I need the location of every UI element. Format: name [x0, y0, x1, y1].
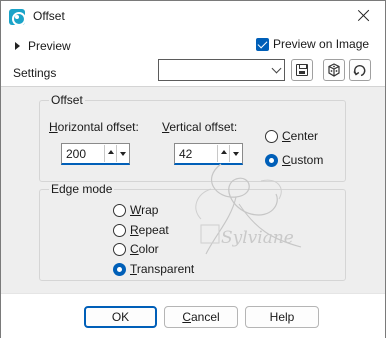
color-label: Color: [130, 242, 159, 256]
reset-button[interactable]: [349, 59, 371, 81]
offset-dialog: Offset Preview Preview on Image Settings: [0, 0, 386, 338]
center-label: Center: [282, 129, 319, 143]
watermark-text: Sylviane: [221, 228, 294, 248]
preview-label: Preview: [28, 39, 71, 53]
randomize-button[interactable]: [323, 59, 345, 81]
title-bar: Offset: [1, 1, 385, 31]
center-radio[interactable]: Center: [265, 129, 318, 143]
ok-button[interactable]: OK: [84, 306, 157, 328]
increment-icon[interactable]: [104, 145, 116, 162]
edge-mode-group-title: Edge mode: [49, 182, 115, 196]
offset-group-title: Offset: [49, 93, 85, 107]
cube-icon: [328, 63, 340, 77]
radio-unselected-icon: [113, 223, 126, 237]
watermark-flourish: [195, 163, 302, 255]
radio-unselected-icon: [265, 129, 278, 143]
settings-dropdown[interactable]: [158, 59, 285, 81]
decrement-icon[interactable]: [116, 145, 128, 162]
chevron-down-icon: [271, 63, 282, 74]
horizontal-offset-stepper: [104, 145, 128, 162]
edge-mode-repeat-radio[interactable]: Repeat: [113, 223, 169, 237]
reset-icon: [353, 64, 366, 77]
edge-mode-color-radio[interactable]: Color: [113, 242, 159, 256]
button-bar: OK Cancel Help: [1, 293, 385, 338]
app-icon: [9, 9, 26, 26]
radio-selected-icon: [113, 262, 126, 276]
preview-on-image-checkbox[interactable]: Preview on Image: [256, 37, 369, 51]
edge-mode-wrap-radio[interactable]: Wrap: [113, 203, 158, 217]
horizontal-offset-label: Horizontal offset:: [49, 120, 139, 134]
preview-on-image-label: Preview on Image: [273, 37, 370, 51]
transparent-label: Transparent: [130, 262, 195, 276]
preview-toggle[interactable]: Preview: [15, 38, 71, 54]
horizontal-offset-input[interactable]: 200: [61, 143, 130, 165]
vertical-offset-label: Vertical offset:: [162, 120, 238, 134]
settings-label: Settings: [13, 66, 57, 80]
options-panel: Offset Horizontal offset: 200 Vertical o…: [1, 86, 385, 293]
help-button[interactable]: Help: [245, 306, 319, 328]
checkbox-checked-icon: [256, 37, 269, 51]
radio-unselected-icon: [113, 242, 126, 256]
window-title: Offset: [33, 9, 65, 23]
save-preset-icon: [296, 64, 308, 76]
repeat-label: Repeat: [130, 223, 169, 237]
radio-unselected-icon: [113, 203, 126, 217]
save-preset-button[interactable]: [291, 59, 313, 81]
expand-caret-icon: [15, 42, 20, 50]
horizontal-offset-value: 200: [66, 147, 87, 161]
cancel-button[interactable]: Cancel: [164, 306, 238, 328]
edge-mode-transparent-radio[interactable]: Transparent: [113, 262, 194, 276]
wrap-label: Wrap: [130, 203, 159, 217]
close-icon[interactable]: [355, 7, 373, 25]
toolbar: Preview Preview on Image Settings: [1, 31, 385, 86]
